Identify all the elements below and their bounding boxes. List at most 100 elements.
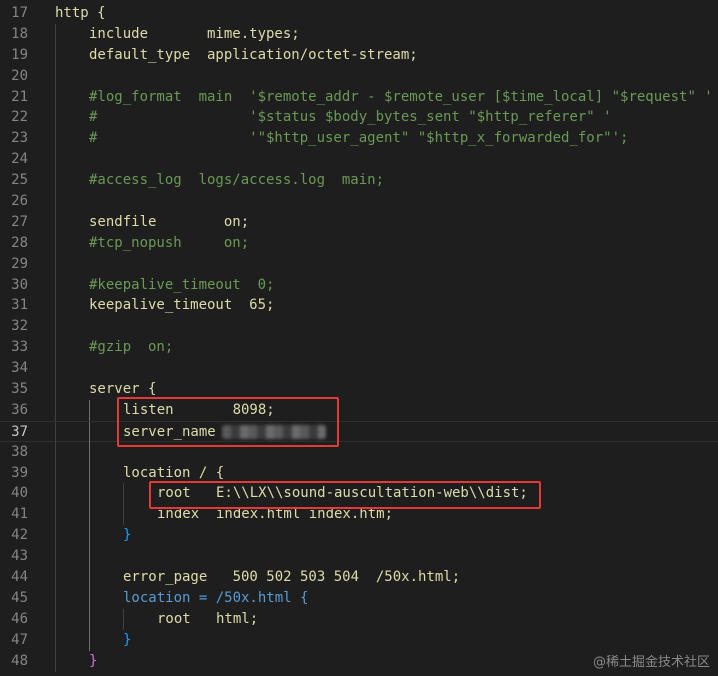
line-number: 20 bbox=[11, 67, 28, 84]
line-number: 24 bbox=[11, 151, 28, 168]
code-line[interactable]: 22 # '$status $body_bytes_sent "$http_ref… bbox=[0, 107, 718, 129]
indent-guide bbox=[89, 546, 123, 568]
code-line[interactable]: 34 bbox=[0, 358, 718, 380]
indent-guide bbox=[55, 253, 89, 275]
line-number: 48 bbox=[11, 652, 28, 669]
indent-guide bbox=[55, 232, 89, 254]
indent-guide bbox=[55, 295, 89, 317]
highlight-box-root-path bbox=[149, 481, 541, 509]
code-text: } bbox=[89, 652, 98, 669]
code-line[interactable]: 31 keepalive_timeout 65; bbox=[0, 295, 718, 317]
code-line[interactable]: 33 #gzip on; bbox=[0, 337, 718, 359]
code-line[interactable]: 18 include mime.types; bbox=[0, 23, 718, 45]
line-number: 43 bbox=[11, 548, 28, 565]
indent-guide bbox=[55, 274, 89, 296]
code-text: server { bbox=[89, 381, 157, 398]
line-number: 22 bbox=[11, 109, 28, 126]
code-text: } bbox=[123, 631, 132, 648]
code-text: } bbox=[123, 527, 132, 544]
line-number: 26 bbox=[11, 193, 28, 210]
line-number: 30 bbox=[11, 276, 28, 293]
code-line[interactable]: 37 server_name bbox=[0, 420, 718, 443]
indent-guide bbox=[55, 567, 89, 588]
line-number: 46 bbox=[11, 610, 28, 627]
code-line[interactable]: 38 bbox=[0, 441, 718, 463]
comment-text: #tcp_nopush on; bbox=[89, 234, 250, 251]
code-text: sendfile on; bbox=[89, 213, 250, 230]
indent-guide bbox=[55, 44, 89, 66]
indent-guide bbox=[55, 107, 89, 129]
indent-guide bbox=[55, 608, 89, 630]
line-number: 47 bbox=[11, 631, 28, 648]
code-text: http { bbox=[55, 5, 106, 21]
indent-guide bbox=[55, 337, 89, 359]
code-line[interactable]: 28 #tcp_nopush on; bbox=[0, 232, 718, 254]
line-number: 33 bbox=[11, 339, 28, 356]
code-line[interactable]: 27 sendfile on; bbox=[0, 211, 718, 233]
indent-guide bbox=[55, 170, 89, 192]
indent-guide bbox=[89, 483, 123, 505]
line-number: 38 bbox=[11, 443, 28, 460]
indent-guide bbox=[55, 191, 89, 212]
indent-guide bbox=[89, 587, 123, 609]
line-number: 28 bbox=[11, 234, 28, 251]
indent-guide bbox=[55, 149, 89, 171]
line-number: 40 bbox=[11, 485, 28, 502]
line-number: 27 bbox=[11, 213, 28, 230]
indent-guide bbox=[55, 379, 89, 400]
indent-guide bbox=[55, 525, 89, 547]
code-line[interactable]: 17 http { bbox=[0, 3, 718, 24]
line-number: 21 bbox=[11, 88, 28, 105]
code-line[interactable]: 35 server { bbox=[0, 379, 718, 400]
indent-guide bbox=[89, 608, 123, 630]
code-line[interactable]: 20 bbox=[0, 65, 718, 87]
line-number: 34 bbox=[11, 360, 28, 377]
code-text: root html; bbox=[157, 610, 259, 627]
indent-guide bbox=[89, 525, 123, 547]
indent-guide bbox=[55, 421, 89, 443]
code-line[interactable]: 47} bbox=[0, 629, 718, 651]
code-text: location / { bbox=[123, 464, 225, 481]
code-line[interactable]: 21 #log_format main '$remote_addr - $remo… bbox=[0, 86, 718, 108]
code-text: default_type application/octet-stream; bbox=[89, 46, 418, 63]
code-text: include mime.types; bbox=[89, 25, 300, 42]
line-number: 37 bbox=[11, 423, 28, 440]
code-line[interactable]: 25 #access_log logs/access.log main; bbox=[0, 170, 718, 192]
indent-guide bbox=[89, 462, 123, 484]
code-line[interactable]: 29 bbox=[0, 253, 718, 275]
line-number: 19 bbox=[11, 46, 28, 63]
indent-guide bbox=[55, 211, 89, 233]
line-number: 41 bbox=[11, 506, 28, 523]
code-line[interactable]: 46 root html; bbox=[0, 608, 718, 630]
code-line[interactable]: 42} bbox=[0, 525, 718, 547]
code-line[interactable]: 44 error_page 500 502 503 504 /50x.html; bbox=[0, 567, 718, 588]
line-number: 39 bbox=[11, 464, 28, 481]
code-line[interactable]: 36 listen 8098; bbox=[0, 399, 718, 421]
indent-guide bbox=[55, 546, 89, 568]
comment-text: #log_format main '$remote_addr - $remote… bbox=[89, 88, 713, 105]
line-number: 44 bbox=[11, 569, 28, 586]
highlight-box-listen-server-name bbox=[117, 397, 339, 447]
code-editor[interactable]: 17 http { 18 include mime.types; 19 default… bbox=[0, 3, 718, 672]
code-line[interactable]: 24 bbox=[0, 149, 718, 171]
code-line[interactable]: 32 bbox=[0, 316, 718, 338]
indent-guide bbox=[89, 567, 123, 588]
indent-guide bbox=[55, 128, 89, 150]
line-number: 17 bbox=[11, 5, 28, 21]
code-line[interactable]: 43 bbox=[0, 546, 718, 568]
code-text: location = /50x.html { bbox=[123, 589, 309, 606]
code-line[interactable]: 23 # '"$http_user_agent" "$http_x_forward… bbox=[0, 128, 718, 150]
line-number: 25 bbox=[11, 172, 28, 189]
code-line[interactable]: 30 #keepalive_timeout 0; bbox=[0, 274, 718, 296]
code-line[interactable]: 45 location = /50x.html { bbox=[0, 587, 718, 609]
indent-guide bbox=[55, 462, 89, 484]
code-text: error_page 500 502 503 504 /50x.html; bbox=[123, 569, 461, 586]
code-line[interactable]: 19 default_type application/octet-stream; bbox=[0, 44, 718, 66]
indent-guide bbox=[89, 629, 123, 651]
line-number: 29 bbox=[11, 255, 28, 272]
line-number: 36 bbox=[11, 401, 28, 418]
code-line[interactable]: 26 bbox=[0, 191, 718, 212]
indent-guide bbox=[123, 608, 157, 630]
indent-guide bbox=[55, 358, 89, 380]
indent-guide bbox=[55, 587, 89, 609]
